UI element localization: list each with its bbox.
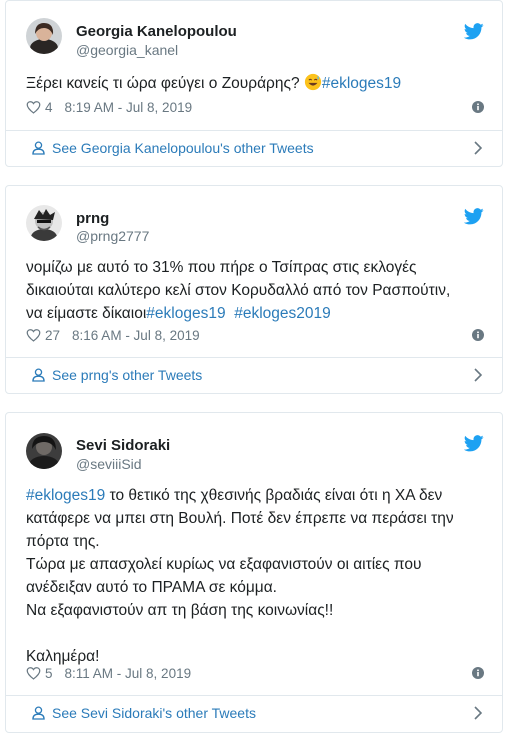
tweet-meta: 27 8:16 AM - Jul 8, 2019	[26, 326, 488, 344]
tweet-text-line: Τώρα με απασχολεί κυρίως να εξαφανιστούν…	[26, 556, 422, 573]
tweet-text-line: κατάφερε να μπει στη Βουλή. Ποτέ δεν έπρ…	[26, 510, 454, 527]
author-handle[interactable]: @georgia_kanel	[76, 42, 178, 58]
twitter-bird-icon[interactable]	[464, 435, 484, 452]
hashtag-link[interactable]: #ekloges19	[146, 305, 225, 322]
author-name[interactable]: Sevi Sidoraki	[76, 437, 170, 454]
avatar[interactable]	[26, 205, 62, 241]
avatar[interactable]	[26, 18, 62, 54]
info-icon[interactable]	[472, 667, 484, 679]
hashtag-link[interactable]: #ekloges19	[26, 487, 105, 504]
tweet-text-line: δικαιούται καλύτερο κελί στον Κορυδαλλό …	[26, 282, 451, 299]
info-icon[interactable]	[472, 329, 484, 341]
timestamp[interactable]: 8:11 AM - Jul 8, 2019	[65, 666, 192, 681]
tweet-meta: 5 8:11 AM - Jul 8, 2019	[26, 664, 488, 682]
twitter-bird-icon[interactable]	[464, 23, 484, 40]
like-count[interactable]: 5	[45, 666, 53, 681]
tweet-meta: 4 8:19 AM - Jul 8, 2019	[26, 98, 488, 116]
divider	[6, 695, 502, 696]
tweet-text-line: να είμαστε δίκαιοι#ekloges19 #ekloges201…	[26, 302, 488, 325]
author-handle[interactable]: @seviiiSid	[76, 456, 142, 472]
author-name[interactable]: prng	[76, 210, 109, 227]
see-other-tweets-label[interactable]: See prng's other Tweets	[52, 367, 202, 383]
timestamp[interactable]: 8:19 AM - Jul 8, 2019	[65, 100, 193, 115]
tweet-text-body: το θετικό της χθεσινής βραδιάς είναι ότι…	[105, 487, 443, 504]
timestamp[interactable]: 8:16 AM - Jul 8, 2019	[72, 328, 200, 343]
tweet-text: #ekloges19 το θετικό της χθεσινής βραδιά…	[26, 484, 488, 668]
chevron-right-icon[interactable]	[474, 368, 482, 382]
tweet-text-line: #ekloges19 το θετικό της χθεσινής βραδιά…	[26, 484, 488, 507]
person-icon	[32, 368, 45, 382]
info-icon[interactable]	[472, 101, 484, 113]
tweet-text-line: νομίζω με αυτό το 31% που πήρε ο Τσίπρας…	[26, 259, 417, 276]
hashtag-link[interactable]: #ekloges19	[322, 75, 401, 92]
like-count[interactable]: 4	[45, 100, 53, 115]
like-count[interactable]: 27	[45, 328, 60, 343]
grinning-sweat-emoji-icon	[304, 73, 321, 91]
see-other-tweets-label[interactable]: See Sevi Sidoraki's other Tweets	[52, 705, 256, 721]
tweet-card: prng @prng2777 νομίζω με αυτό το 31% που…	[5, 185, 503, 394]
chevron-right-icon[interactable]	[474, 141, 482, 155]
twitter-bird-icon[interactable]	[464, 208, 484, 225]
tweet-text-line: πόρτα της.	[26, 533, 100, 550]
see-other-tweets-link[interactable]: See Georgia Kanelopoulou's other Tweets	[32, 138, 488, 158]
tweet-text-body: Ξέρει κανείς τι ώρα φεύγει ο Ζουράρης?	[26, 75, 304, 92]
heart-icon[interactable]	[26, 328, 41, 342]
tweet-card: Georgia Kanelopoulou @georgia_kanel Ξέρε…	[5, 0, 503, 167]
author-name[interactable]: Georgia Kanelopoulou	[76, 23, 237, 40]
see-other-tweets-link[interactable]: See Sevi Sidoraki's other Tweets	[32, 703, 488, 723]
chevron-right-icon[interactable]	[474, 706, 482, 720]
see-other-tweets-label[interactable]: See Georgia Kanelopoulou's other Tweets	[52, 140, 314, 156]
tweet-text-line: Να εξαφανιστούν απ τη βάση της κοινωνίας…	[26, 602, 334, 619]
heart-icon[interactable]	[26, 100, 41, 114]
tweet-text: νομίζω με αυτό το 31% που πήρε ο Τσίπρας…	[26, 256, 488, 325]
divider	[6, 357, 502, 358]
author-handle[interactable]: @prng2777	[76, 228, 149, 244]
hashtag-link[interactable]: #ekloges2019	[234, 305, 331, 322]
tweet-text-body: να είμαστε δίκαιοι	[26, 305, 147, 322]
tweet-card: Sevi Sidoraki @seviiiSid #ekloges19 το θ…	[5, 412, 503, 733]
see-other-tweets-link[interactable]: See prng's other Tweets	[32, 365, 488, 385]
heart-icon[interactable]	[26, 666, 41, 680]
divider	[6, 130, 502, 131]
tweet-text-line: ανέδειξαν αυτό το ΠΡΑΜΑ σε κόμμα.	[26, 579, 277, 596]
avatar[interactable]	[26, 433, 62, 469]
tweet-text: Ξέρει κανείς τι ώρα φεύγει ο Ζουράρης? #…	[26, 72, 488, 95]
person-icon	[32, 706, 45, 720]
person-icon	[32, 141, 45, 155]
